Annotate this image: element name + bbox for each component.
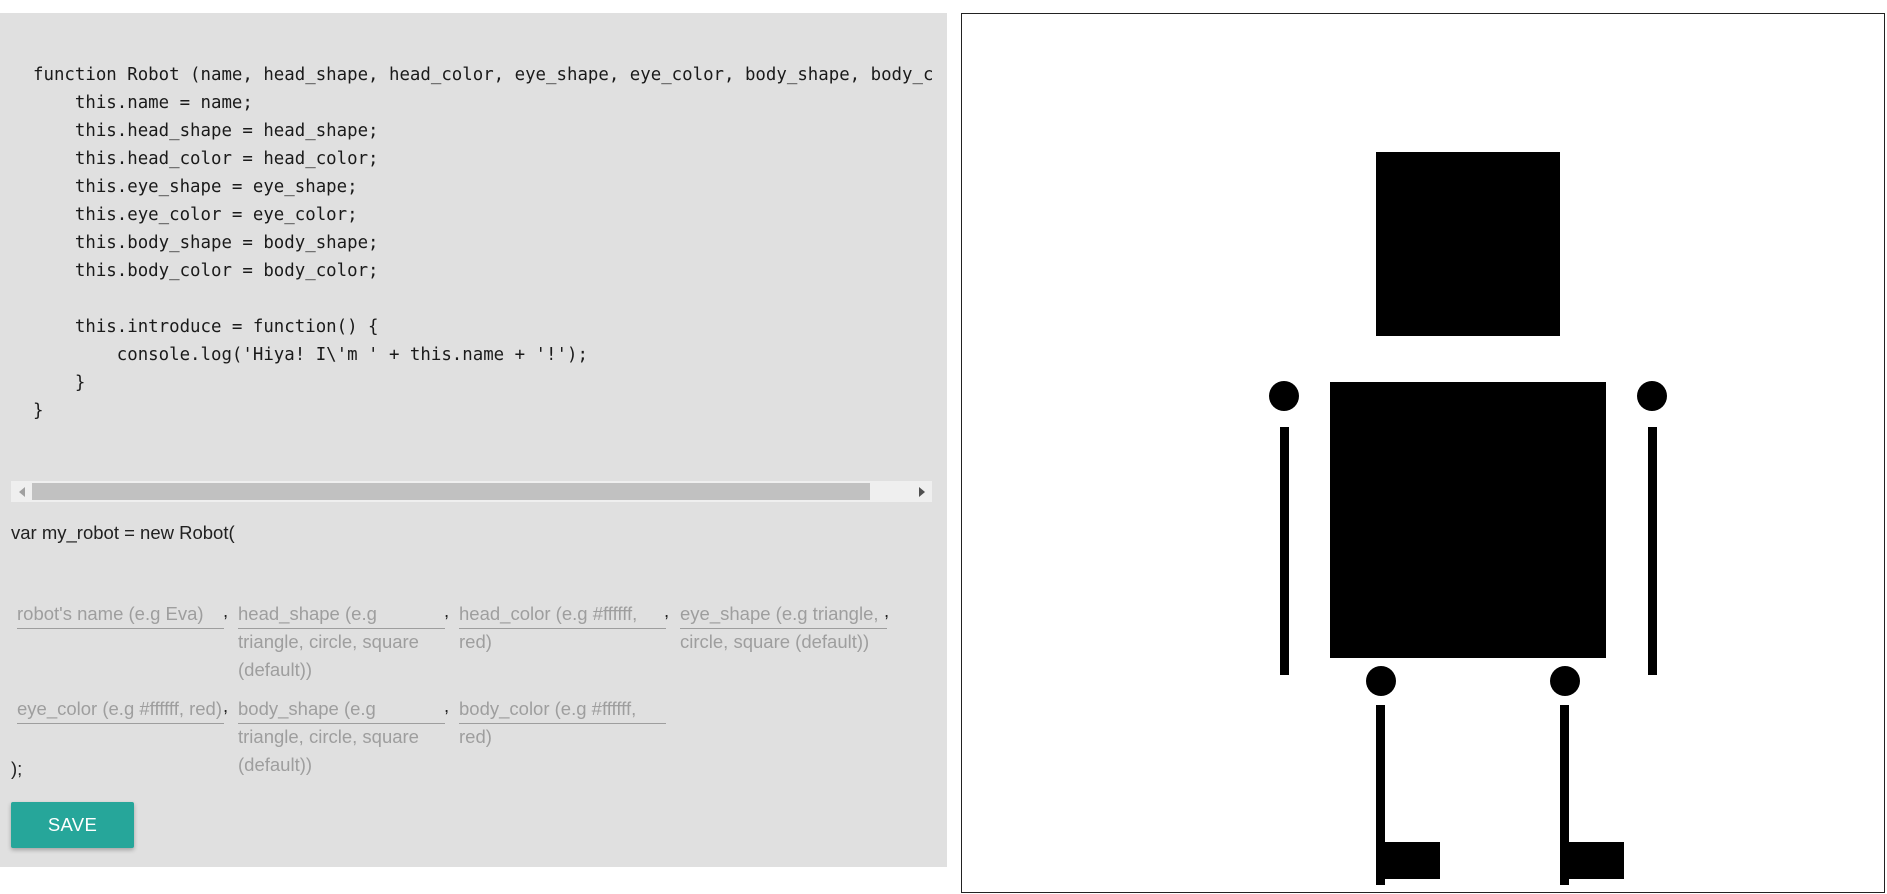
separator-comma: , (664, 600, 670, 621)
eye-shape-field-underline (680, 628, 887, 629)
head-color-field[interactable]: head_color (e.g #ffffff, red) (459, 600, 666, 692)
separator-comma: , (444, 695, 450, 716)
eye-color-field-underline (17, 723, 224, 724)
head-color-field-underline (459, 628, 666, 629)
name-field-underline (17, 628, 224, 629)
head-shape-field[interactable]: head_shape (e.g triangle, circle, square… (238, 600, 445, 692)
separator-comma: , (223, 695, 229, 716)
head-shape-placeholder: head_shape (e.g triangle, circle, square… (238, 603, 419, 680)
body-color-field-underline (459, 723, 666, 724)
robot-right-arm (1648, 427, 1657, 675)
body-color-field[interactable]: body_color (e.g #ffffff, red) (459, 695, 666, 787)
robot-right-hip (1550, 666, 1580, 696)
robot-constructor-code: function Robot (name, head_shape, head_c… (33, 65, 932, 421)
robot-body (1330, 382, 1606, 658)
robot-left-foot (1376, 842, 1440, 879)
separator-comma: , (444, 600, 450, 621)
eye-color-field[interactable]: eye_color (e.g #ffffff, red) (17, 695, 224, 787)
robot-preview-canvas (961, 13, 1885, 893)
horizontal-scrollbar[interactable] (11, 481, 932, 502)
body-shape-field[interactable]: body_shape (e.g triangle, circle, square… (238, 695, 445, 787)
save-button[interactable]: SAVE (11, 802, 134, 848)
robot-head (1376, 152, 1560, 336)
body-shape-field-underline (238, 723, 445, 724)
robot-figure (1269, 152, 1667, 885)
constructor-call-prefix: var my_robot = new Robot( (11, 522, 235, 543)
robot-right-shoulder (1637, 381, 1667, 411)
scroll-left-arrow-icon[interactable] (11, 481, 32, 502)
robot-left-shoulder (1269, 381, 1299, 411)
name-placeholder: robot's name (e.g Eva) (17, 603, 204, 624)
robot-left-hip (1366, 666, 1396, 696)
editor-panel: function Robot (name, head_shape, head_c… (0, 13, 947, 867)
scroll-right-arrow-icon[interactable] (911, 481, 932, 502)
eye-shape-field[interactable]: eye_shape (e.g triangle, circle, square … (680, 600, 887, 692)
body-shape-placeholder: body_shape (e.g triangle, circle, square… (238, 698, 419, 775)
scrollbar-thumb[interactable] (32, 483, 870, 500)
robot-left-arm (1280, 427, 1289, 675)
head-shape-field-underline (238, 628, 445, 629)
robot-drawing (1269, 152, 1667, 885)
robot-right-foot (1560, 842, 1624, 879)
eye-color-placeholder: eye_color (e.g #ffffff, red) (17, 698, 223, 719)
code-viewer[interactable]: function Robot (name, head_shape, head_c… (11, 13, 932, 467)
separator-comma: , (223, 600, 229, 621)
constructor-call-suffix: ); (11, 758, 23, 779)
separator-comma: , (884, 600, 890, 621)
name-field[interactable]: robot's name (e.g Eva) (17, 600, 224, 692)
